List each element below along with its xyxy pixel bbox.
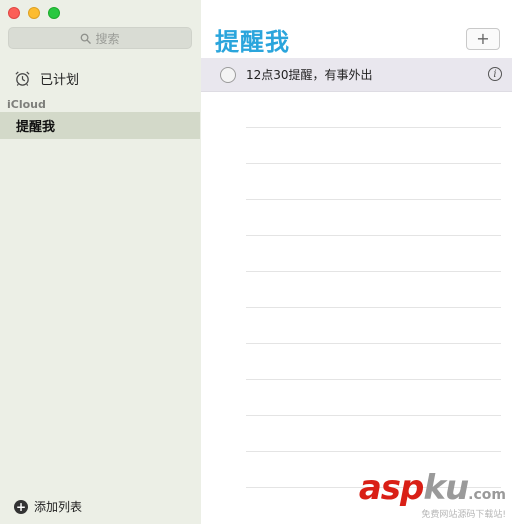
sidebar-item-reminders-list[interactable]: 提醒我 xyxy=(0,112,200,139)
sidebar-section-icloud: iCloud xyxy=(7,98,46,111)
empty-line[interactable] xyxy=(246,236,501,272)
empty-line[interactable] xyxy=(246,164,501,200)
add-list-label: 添加列表 xyxy=(34,500,83,514)
watermark: aspku.com 免费网站源码下载站! xyxy=(359,471,506,520)
sidebar-item-scheduled-label: 已计划 xyxy=(40,72,80,88)
close-window-button[interactable] xyxy=(8,7,20,19)
watermark-logo: aspku.com xyxy=(358,468,506,508)
minimize-window-button[interactable] xyxy=(28,7,40,19)
empty-line[interactable] xyxy=(246,344,501,380)
info-icon[interactable]: i xyxy=(488,67,502,81)
list-title: 提醒我 xyxy=(215,28,290,56)
window-controls xyxy=(8,7,60,19)
sidebar-item-scheduled[interactable]: 已计划 xyxy=(14,68,79,88)
reminder-checkbox[interactable] xyxy=(220,66,236,83)
reminder-text[interactable]: 12点30提醒，有事外出 xyxy=(246,66,373,83)
empty-line[interactable] xyxy=(246,200,501,236)
sidebar-item-label: 提醒我 xyxy=(16,120,56,135)
search-placeholder: 搜索 xyxy=(95,31,120,46)
add-circle-icon: + xyxy=(14,499,28,514)
search-icon xyxy=(81,33,92,44)
add-list-button[interactable]: + 添加列表 xyxy=(14,498,82,515)
empty-line[interactable] xyxy=(246,128,501,164)
empty-line[interactable] xyxy=(246,416,501,452)
empty-reminder-lines xyxy=(246,92,501,488)
reminder-row[interactable]: 12点30提醒，有事外出 i xyxy=(201,58,512,92)
add-reminder-button[interactable]: + xyxy=(466,28,500,50)
empty-line[interactable] xyxy=(246,272,501,308)
sidebar: 搜索 已计划 iCloud 提醒我 + 添加列表 xyxy=(0,0,202,524)
empty-line[interactable] xyxy=(246,380,501,416)
reminders-window: 搜索 已计划 iCloud 提醒我 + 添加列表 提醒我 + 12点30提醒，有… xyxy=(0,0,512,524)
watermark-subtitle: 免费网站源码下载站! xyxy=(421,510,506,520)
zoom-window-button[interactable] xyxy=(48,7,60,19)
empty-line[interactable] xyxy=(246,92,501,128)
search-input[interactable]: 搜索 xyxy=(8,27,192,49)
empty-line[interactable] xyxy=(246,308,501,344)
reminders-main-pane: 提醒我 + 12点30提醒，有事外出 i aspku.com 免费网站源码下载站… xyxy=(201,0,512,524)
alarm-clock-icon xyxy=(15,70,30,86)
